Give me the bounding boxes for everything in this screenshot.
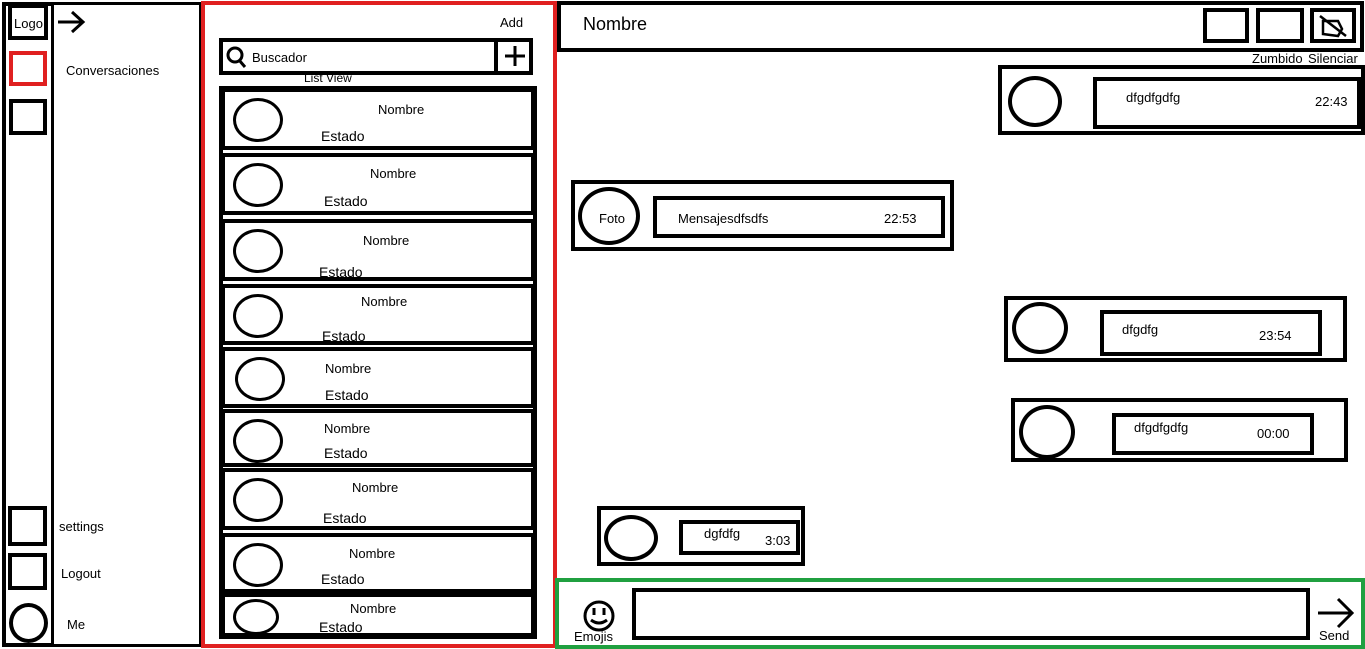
add-label[interactable]: Add xyxy=(500,15,523,30)
contact-status: Estado xyxy=(325,387,369,403)
list-item[interactable]: Nombre Estado xyxy=(221,153,535,215)
message-bubble[interactable]: dfgdfg 23:54 xyxy=(1004,296,1347,362)
message-box: dfgdfgdfg 22:43 xyxy=(1093,77,1361,129)
add-button[interactable] xyxy=(494,42,529,71)
message-text: Mensajesdfsdfs xyxy=(678,211,769,226)
message-text: dfgdfgdfg xyxy=(1134,420,1189,435)
logout-button[interactable] xyxy=(8,553,47,590)
message-text: dgfdfg xyxy=(704,526,741,541)
contact-status: Estado xyxy=(324,193,368,209)
contact-name: Nombre xyxy=(350,601,397,616)
nav-conversations-label[interactable]: Conversaciones xyxy=(66,63,159,78)
message-avatar xyxy=(1008,76,1062,127)
nav-second-button[interactable] xyxy=(9,99,47,135)
list-item[interactable]: Nombre Estado xyxy=(221,533,535,593)
search-input[interactable]: Buscador xyxy=(252,50,307,65)
list-item[interactable]: Nombre Estado xyxy=(221,88,535,150)
message-avatar xyxy=(1012,302,1068,354)
contact-name: Nombre xyxy=(349,546,396,561)
message-avatar-label: Foto xyxy=(599,211,626,226)
contact-status: Estado xyxy=(319,264,363,280)
settings-button[interactable] xyxy=(8,506,47,546)
send-arrow-icon[interactable] xyxy=(1316,596,1356,630)
me-avatar[interactable] xyxy=(9,603,48,643)
mute-button[interactable] xyxy=(1310,8,1356,43)
mute-icon xyxy=(1319,15,1347,38)
contact-name: Nombre xyxy=(363,233,410,248)
message-box: dgfdfg 3:03 xyxy=(679,520,800,555)
message-time: 00:00 xyxy=(1257,426,1290,441)
message-bubble[interactable]: dfgdfgdfg 22:43 xyxy=(998,65,1365,135)
message-time: 23:54 xyxy=(1259,328,1292,343)
message-box: Mensajesdfsdfs 22:53 xyxy=(653,196,945,238)
message-input[interactable] xyxy=(632,588,1310,640)
contact-name: Nombre xyxy=(361,294,408,309)
contact-avatar xyxy=(233,163,283,207)
contact-status: Estado xyxy=(319,619,363,635)
search-icon xyxy=(226,46,247,68)
logout-label[interactable]: Logout xyxy=(61,566,101,581)
nav-conversations-button[interactable] xyxy=(9,51,47,86)
contact-avatar xyxy=(233,419,283,463)
list-item[interactable]: Nombre Estado xyxy=(221,409,535,467)
plus-icon xyxy=(505,46,525,66)
list-item[interactable]: Nombre Estado xyxy=(221,468,535,530)
contact-name: Nombre xyxy=(324,421,371,436)
buzz-label[interactable]: Zumbido xyxy=(1252,51,1303,66)
me-label[interactable]: Me xyxy=(67,617,85,632)
search-bar[interactable]: Buscador xyxy=(219,38,533,75)
message-avatar xyxy=(604,515,658,561)
message-time: 22:43 xyxy=(1315,94,1348,109)
message-bubble[interactable]: dgfdfg 3:03 xyxy=(597,506,805,566)
contact-avatar xyxy=(233,478,283,522)
header-action-button[interactable] xyxy=(1203,8,1249,43)
contact-name: Nombre xyxy=(370,166,417,181)
contact-name: Nombre xyxy=(352,480,399,495)
logo-text: Logo xyxy=(14,16,43,31)
message-avatar: Foto xyxy=(578,187,640,245)
buzz-button[interactable] xyxy=(1256,8,1304,43)
message-box: dfgdfgdfg 00:00 xyxy=(1112,413,1314,455)
message-avatar xyxy=(1019,405,1075,459)
message-time: 3:03 xyxy=(765,533,791,548)
send-label[interactable]: Send xyxy=(1319,628,1349,643)
list-item[interactable]: Nombre Estado xyxy=(221,593,535,637)
message-bubble[interactable]: dfgdfgdfg 00:00 xyxy=(1011,398,1348,462)
mute-label[interactable]: Silenciar xyxy=(1308,51,1358,66)
contact-status: Estado xyxy=(322,328,366,344)
expand-arrow-icon[interactable] xyxy=(56,8,86,36)
contact-name: Nombre xyxy=(325,361,372,376)
emoji-label[interactable]: Emojis xyxy=(574,629,613,644)
message-text: dfgdfg xyxy=(1122,322,1159,337)
contact-avatar xyxy=(235,357,285,401)
settings-label[interactable]: settings xyxy=(59,519,104,534)
list-view-label: List View xyxy=(304,71,352,85)
logo[interactable]: Logo xyxy=(8,4,48,40)
message-text: dfgdfgdfg xyxy=(1126,90,1181,105)
contact-name: Nombre xyxy=(378,102,425,117)
message-bubble[interactable]: Foto Mensajesdfsdfs 22:53 xyxy=(571,180,954,251)
contact-status: Estado xyxy=(321,128,365,144)
contact-avatar xyxy=(233,229,283,273)
contact-status: Estado xyxy=(321,571,365,587)
contact-status: Estado xyxy=(323,510,367,526)
chat-title: Nombre xyxy=(583,14,648,34)
message-time: 22:53 xyxy=(884,211,917,226)
contact-avatar xyxy=(233,543,283,587)
list-item[interactable]: Nombre Estado xyxy=(221,347,535,408)
contact-avatar xyxy=(233,599,279,635)
contact-avatar xyxy=(233,294,283,338)
message-box: dfgdfg 23:54 xyxy=(1100,310,1322,356)
emoji-icon[interactable] xyxy=(582,599,616,633)
contact-status: Estado xyxy=(324,445,368,461)
contact-avatar xyxy=(233,98,283,142)
nav-panel xyxy=(52,2,202,647)
list-item[interactable]: Nombre Estado xyxy=(221,219,535,281)
list-item[interactable]: Nombre Estado xyxy=(221,284,535,345)
